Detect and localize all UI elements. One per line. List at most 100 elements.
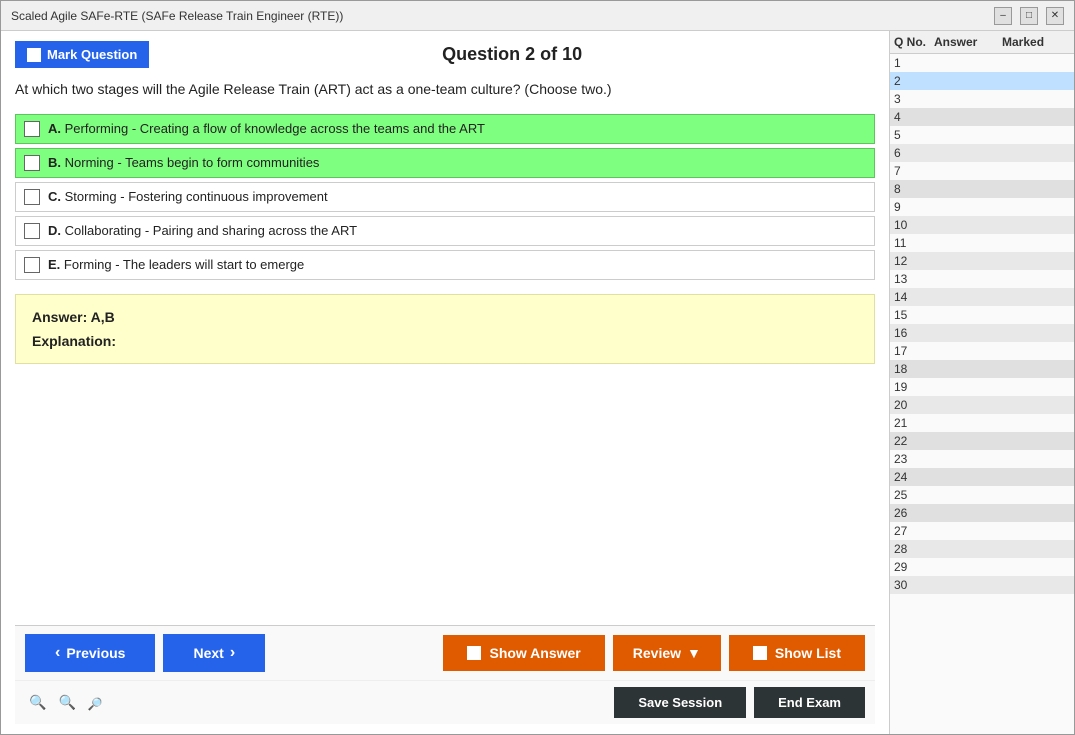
end-exam-button[interactable]: End Exam	[754, 687, 865, 718]
q-row[interactable]: 7	[890, 162, 1074, 180]
q-number: 12	[894, 254, 934, 268]
q-list[interactable]: 1 2 3 4 5 6 7 8	[890, 54, 1074, 734]
right-panel-header: Q No. Answer Marked	[890, 31, 1074, 54]
q-number: 8	[894, 182, 934, 196]
session-buttons: Save Session End Exam	[614, 687, 865, 718]
question-text: At which two stages will the Agile Relea…	[15, 80, 875, 100]
option-d-checkbox[interactable]	[24, 223, 40, 239]
q-row[interactable]: 18	[890, 360, 1074, 378]
q-number: 6	[894, 146, 934, 160]
option-e-text: E. Forming - The leaders will start to e…	[48, 257, 304, 272]
show-answer-button[interactable]: Show Answer	[443, 635, 604, 671]
q-row[interactable]: 4	[890, 108, 1074, 126]
save-session-button[interactable]: Save Session	[614, 687, 746, 718]
previous-label: Previous	[66, 645, 125, 661]
q-row[interactable]: 3	[890, 90, 1074, 108]
q-row[interactable]: 26	[890, 504, 1074, 522]
q-number: 24	[894, 470, 934, 484]
q-row[interactable]: 17	[890, 342, 1074, 360]
q-row[interactable]: 9	[890, 198, 1074, 216]
q-row[interactable]: 24	[890, 468, 1074, 486]
q-row[interactable]: 10	[890, 216, 1074, 234]
chevron-left-icon: ‹	[55, 644, 60, 662]
window-title: Scaled Agile SAFe-RTE (SAFe Release Trai…	[11, 9, 343, 23]
q-number: 11	[894, 236, 934, 250]
check-icon: ✓	[753, 646, 767, 660]
q-number: 5	[894, 128, 934, 142]
q-row[interactable]: 6	[890, 144, 1074, 162]
q-row[interactable]: 8	[890, 180, 1074, 198]
q-row[interactable]: 12	[890, 252, 1074, 270]
zoom-normal-button[interactable]: 🔍	[54, 692, 79, 713]
q-number: 10	[894, 218, 934, 232]
chevron-right-icon: ›	[230, 644, 235, 662]
show-list-button[interactable]: ✓ Show List	[729, 635, 865, 671]
zoom-session-bar: 🔍 🔍 🔎 Save Session End Exam	[15, 680, 875, 724]
q-row[interactable]: 19	[890, 378, 1074, 396]
zoom-out-button[interactable]: 🔎	[84, 693, 107, 714]
options-list: A. Performing - Creating a flow of knowl…	[15, 114, 875, 280]
q-row[interactable]: 30	[890, 576, 1074, 594]
option-b[interactable]: B. Norming - Teams begin to form communi…	[15, 148, 875, 178]
q-row[interactable]: 29	[890, 558, 1074, 576]
explanation-label: Explanation:	[32, 333, 858, 349]
q-number: 17	[894, 344, 934, 358]
main-window: Scaled Agile SAFe-RTE (SAFe Release Trai…	[0, 0, 1075, 735]
q-row[interactable]: 25	[890, 486, 1074, 504]
next-label: Next	[193, 645, 223, 661]
q-row[interactable]: 2	[890, 72, 1074, 90]
q-row[interactable]: 13	[890, 270, 1074, 288]
minimize-button[interactable]: –	[994, 7, 1012, 25]
mark-question-label: Mark Question	[47, 47, 137, 62]
option-a[interactable]: A. Performing - Creating a flow of knowl…	[15, 114, 875, 144]
previous-button[interactable]: ‹ Previous	[25, 634, 155, 672]
q-number: 28	[894, 542, 934, 556]
q-row[interactable]: 22	[890, 432, 1074, 450]
bookmark-icon	[27, 48, 41, 62]
option-a-checkbox[interactable]	[24, 121, 40, 137]
q-row[interactable]: 1	[890, 54, 1074, 72]
q-number: 15	[894, 308, 934, 322]
q-row[interactable]: 20	[890, 396, 1074, 414]
q-row[interactable]: 21	[890, 414, 1074, 432]
q-number: 20	[894, 398, 934, 412]
mark-question-button[interactable]: Mark Question	[15, 41, 149, 68]
option-d[interactable]: D. Collaborating - Pairing and sharing a…	[15, 216, 875, 246]
q-row[interactable]: 11	[890, 234, 1074, 252]
show-list-label: Show List	[775, 645, 841, 661]
bottom-bar: ‹ Previous Next › Show Answer Review ▼	[15, 625, 875, 680]
q-row[interactable]: 16	[890, 324, 1074, 342]
q-row[interactable]: 14	[890, 288, 1074, 306]
review-label: Review	[633, 645, 681, 661]
q-number: 21	[894, 416, 934, 430]
next-button[interactable]: Next ›	[163, 634, 265, 672]
q-number: 16	[894, 326, 934, 340]
close-button[interactable]: ✕	[1046, 7, 1064, 25]
answer-box: Answer: A,B Explanation:	[15, 294, 875, 364]
q-row[interactable]: 15	[890, 306, 1074, 324]
q-number: 27	[894, 524, 934, 538]
q-number: 30	[894, 578, 934, 592]
option-d-text: D. Collaborating - Pairing and sharing a…	[48, 223, 357, 238]
q-number: 3	[894, 92, 934, 106]
q-row[interactable]: 23	[890, 450, 1074, 468]
option-e-checkbox[interactable]	[24, 257, 40, 273]
maximize-button[interactable]: □	[1020, 7, 1038, 25]
q-no-header: Q No.	[894, 35, 934, 49]
spacer	[15, 374, 875, 625]
top-bar: Mark Question Question 2 of 10	[15, 41, 875, 68]
option-c-checkbox[interactable]	[24, 189, 40, 205]
zoom-in-button[interactable]: 🔍	[25, 692, 50, 713]
q-number: 18	[894, 362, 934, 376]
q-number: 1	[894, 56, 934, 70]
q-row[interactable]: 27	[890, 522, 1074, 540]
option-b-text: B. Norming - Teams begin to form communi…	[48, 155, 319, 170]
q-row[interactable]: 5	[890, 126, 1074, 144]
option-c[interactable]: C. Storming - Fostering continuous impro…	[15, 182, 875, 212]
option-e[interactable]: E. Forming - The leaders will start to e…	[15, 250, 875, 280]
option-b-checkbox[interactable]	[24, 155, 40, 171]
q-number: 19	[894, 380, 934, 394]
q-row[interactable]: 28	[890, 540, 1074, 558]
q-number: 2	[894, 74, 934, 88]
review-button[interactable]: Review ▼	[613, 635, 721, 671]
